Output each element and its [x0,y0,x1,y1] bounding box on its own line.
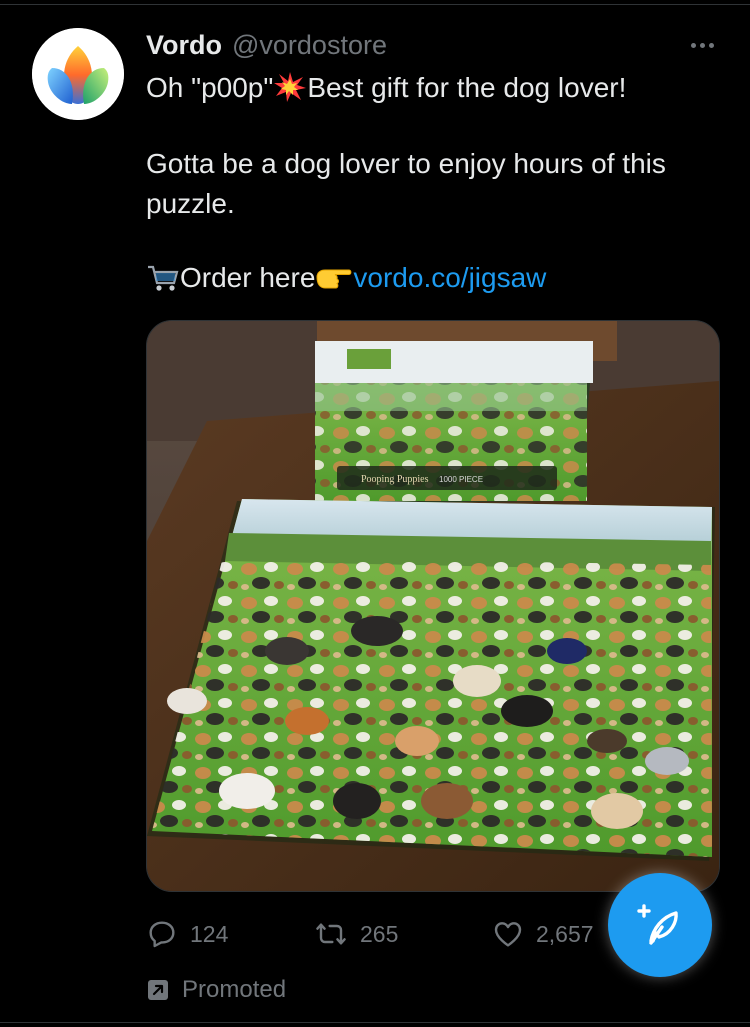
shopping-cart-emoji-icon [146,263,180,302]
like-button[interactable]: 2,657 [492,912,594,956]
repost-button[interactable]: 265 [314,912,398,956]
more-dots-icon [699,42,705,48]
heart-icon [494,922,522,947]
compose-feather-icon [637,904,678,945]
vordo-logo-icon [32,28,124,120]
tweet-media-image[interactable]: Pooping Puppies 1000 PIECE [146,320,720,892]
tweet-text-line-3: puzzle. [146,188,235,219]
author-avatar[interactable] [32,28,124,120]
puzzle-photo: Pooping Puppies 1000 PIECE [147,321,719,891]
repost-icon [316,923,346,945]
more-options-button[interactable] [682,30,722,60]
box-brand-text: Pooping Puppies [361,474,429,485]
tweet-text-line-4: Order here vordo.co/jigsaw [146,260,546,302]
tweet-text-line-1: Oh "p00p" Best gift for the dog lover! [146,70,626,112]
reply-count: 124 [190,920,229,947]
tweet-text-suffix: Best gift for the dog lover! [307,72,627,103]
tweet-text-line-2: Gotta be a dog lover to enjoy hours of t… [146,148,666,179]
author-handle[interactable]: @vordostore [232,30,387,61]
order-text: Order here [180,262,316,293]
compose-post-button[interactable] [608,873,712,977]
reply-button[interactable]: 124 [146,912,228,956]
top-divider [0,4,750,5]
promoted-label: Promoted [146,972,286,1008]
tweet-text-prefix: Oh "p00p" [146,72,274,103]
collision-emoji-icon [273,71,307,112]
reply-icon [149,921,175,948]
more-dots-icon [708,42,714,48]
like-count: 2,657 [536,920,594,947]
bottom-divider [0,1022,750,1023]
promoted-text: Promoted [182,976,287,1003]
box-pieces-text: 1000 PIECE [439,475,483,484]
promoted-icon [148,980,168,1000]
repost-count: 265 [360,920,399,947]
pointing-hand-emoji-icon [315,263,353,302]
tweet-header: Vordo @vordostore [146,30,387,62]
more-dots-icon [690,42,696,48]
author-name[interactable]: Vordo [146,30,222,61]
order-link[interactable]: vordo.co/jigsaw [353,262,546,293]
